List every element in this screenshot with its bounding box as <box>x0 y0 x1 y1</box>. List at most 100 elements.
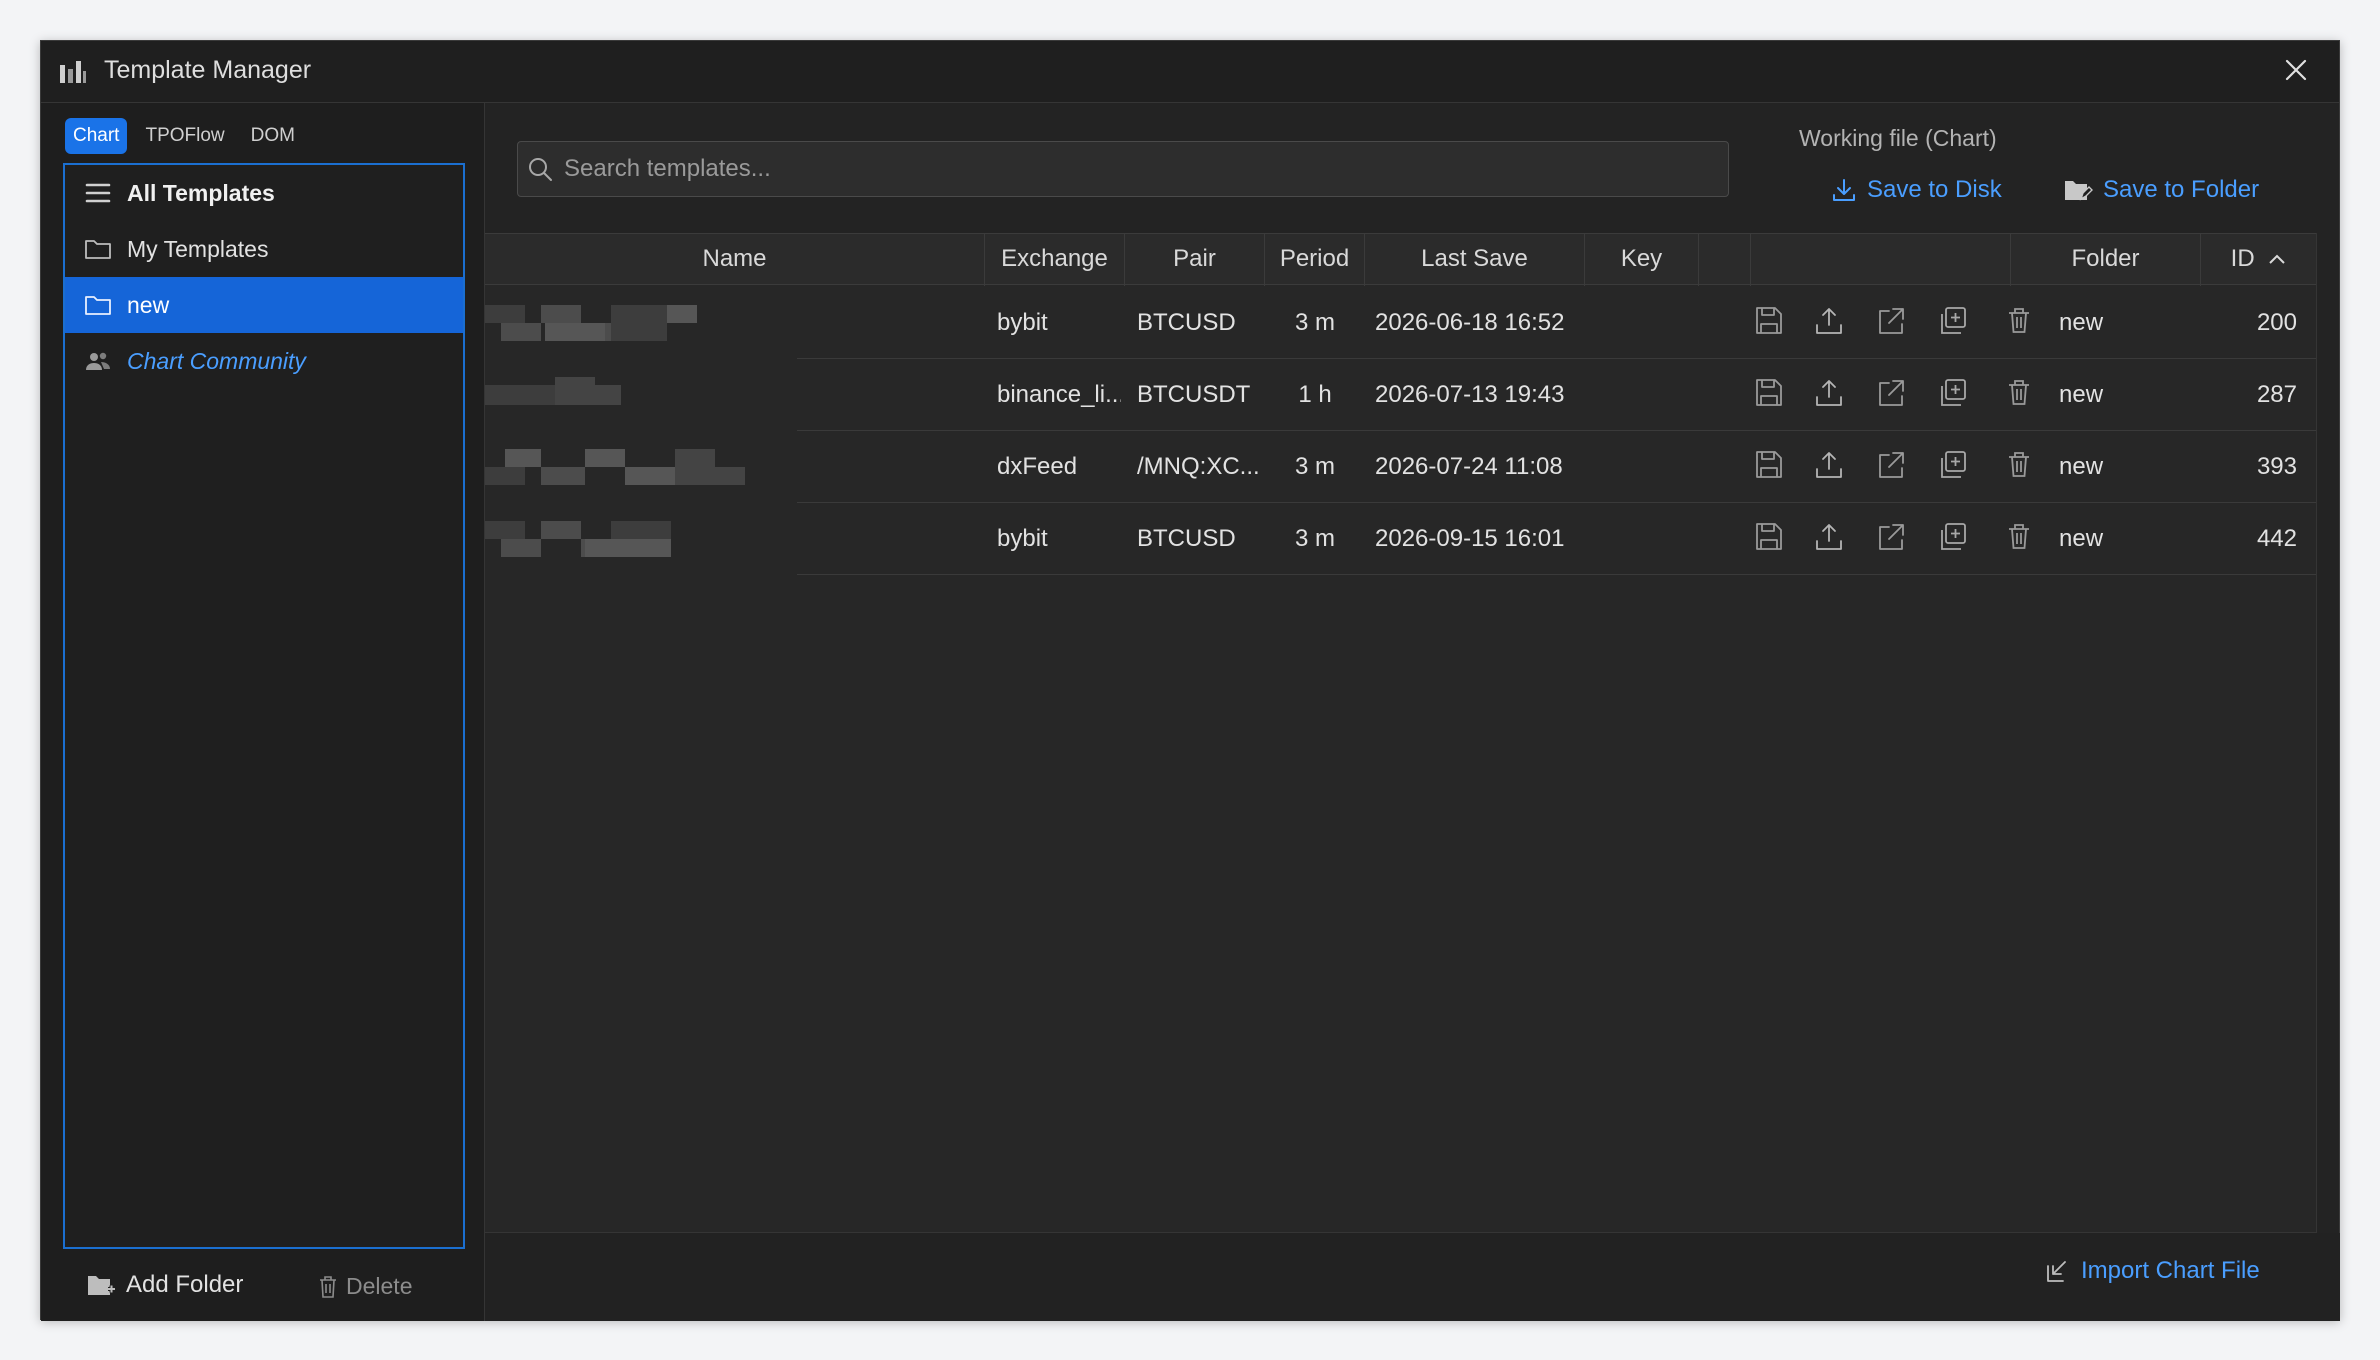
cell-pair: BTCUSD <box>1137 525 1236 552</box>
upload-icon[interactable] <box>1813 377 1845 409</box>
table-row[interactable]: dxFeed/MNQ:XC... 3 m 2026-07-24 11:08 new 39… <box>485 431 2316 503</box>
upload-icon[interactable] <box>1813 521 1845 553</box>
column-actions-spacer <box>1699 234 1751 286</box>
trash-icon[interactable] <box>2003 521 2035 553</box>
cell-last-save: 2026-06-18 16:52 <box>1375 309 1565 336</box>
cell-folder: new <box>2059 381 2104 408</box>
column-pair[interactable]: Pair <box>1125 234 1265 286</box>
cell-id: 200 <box>2256 309 2297 336</box>
column-last-save[interactable]: Last Save <box>1365 234 1585 286</box>
close-icon[interactable] <box>2281 55 2311 85</box>
open-external-icon[interactable] <box>1875 521 1907 553</box>
folder-edit-icon <box>2065 181 2093 201</box>
cell-id: 287 <box>2256 381 2297 408</box>
sidebar-item-new[interactable]: new <box>65 277 463 333</box>
window-title: Template Manager <box>104 56 312 84</box>
search-icon <box>529 158 552 181</box>
delete-folder-button[interactable]: Delete <box>318 1273 412 1300</box>
list-icon <box>83 178 113 208</box>
cell-period: 1 h <box>1298 381 1332 408</box>
add-folder-button[interactable]: Add Folder <box>86 1271 243 1299</box>
cell-period: 3 m <box>1294 453 1335 480</box>
save-icon[interactable] <box>1753 521 1785 553</box>
upload-icon[interactable] <box>1813 449 1845 481</box>
duplicate-icon[interactable] <box>1937 305 1969 337</box>
duplicate-icon[interactable] <box>1937 449 1969 481</box>
import-icon <box>2047 1261 2066 1282</box>
column-period[interactable]: Period <box>1265 234 1365 286</box>
column-actions <box>1751 234 2011 286</box>
trash-icon[interactable] <box>2003 377 2035 409</box>
cell-exchange: bybit <box>997 309 1048 336</box>
app-logo-icon <box>60 61 86 83</box>
row-divider <box>797 574 2316 575</box>
tab-tpoflow[interactable]: TPOFlow <box>137 118 232 154</box>
duplicate-icon[interactable] <box>1937 521 1969 553</box>
search-input[interactable] <box>564 155 1728 183</box>
templates-table: Name Exchange Pair Period Last Save Key … <box>485 233 2317 1233</box>
table-row[interactable]: bybit BTCUSD 3 m 2026-09-15 16:01 new 442 <box>485 503 2316 575</box>
trash-icon[interactable] <box>2003 449 2035 481</box>
title-bar: Template Manager <box>41 41 2339 103</box>
bottom-bar: Import Chart File <box>485 1233 2340 1321</box>
add-folder-label: Add Folder <box>126 1271 244 1298</box>
cell-period: 3 m <box>1294 309 1335 336</box>
cell-pair: /MNQ:XC... <box>1137 453 1260 480</box>
save-icon[interactable] <box>1753 377 1785 409</box>
sidebar-item-my-templates[interactable]: My Templates <box>65 221 463 277</box>
upload-icon[interactable] <box>1813 305 1845 337</box>
template-type-tabs: Chart TPOFlow DOM <box>65 117 303 155</box>
sidebar-item-label: new <box>127 291 170 318</box>
cell-folder: new <box>2059 309 2104 336</box>
trash-icon <box>320 1275 336 1298</box>
folder-icon <box>83 290 113 320</box>
cell-exchange: bybit <box>997 525 1048 552</box>
cell-pair: BTCUSD <box>1137 309 1236 336</box>
cell-folder: new <box>2059 453 2104 480</box>
cell-id: 442 <box>2256 525 2297 552</box>
column-exchange[interactable]: Exchange <box>985 234 1125 286</box>
save-icon[interactable] <box>1753 305 1785 337</box>
sidebar-item-all-templates[interactable]: All Templates <box>65 165 463 221</box>
column-key[interactable]: Key <box>1585 234 1699 286</box>
column-folder[interactable]: Folder <box>2011 234 2201 286</box>
main-panel: Working file (Chart) Save to Disk Save t… <box>485 103 2340 1321</box>
table-row[interactable]: binance_li... BTCUSDT 1 h 2026-07-13 19:43 n… <box>485 359 2316 431</box>
column-id-label: ID <box>2230 245 2255 272</box>
download-icon <box>1833 179 1855 201</box>
column-name[interactable]: Name <box>485 234 985 286</box>
sidebar-item-label: All Templates <box>127 179 275 206</box>
sidebar-item-chart-community[interactable]: Chart Community <box>65 333 463 389</box>
save-to-folder-button[interactable]: Save to Folder <box>2063 176 2259 204</box>
import-chart-file-button[interactable]: Import Chart File <box>2045 1257 2260 1285</box>
cell-id: 393 <box>2256 453 2297 480</box>
tab-dom[interactable]: DOM <box>243 118 303 154</box>
sidebar: Chart TPOFlow DOM All Templates My Templ… <box>41 103 485 1321</box>
column-id[interactable]: ID <box>2201 234 2317 286</box>
save-icon[interactable] <box>1753 449 1785 481</box>
add-folder-icon <box>88 1276 115 1295</box>
sidebar-footer: Add Folder Delete <box>41 1249 484 1321</box>
open-external-icon[interactable] <box>1875 305 1907 337</box>
duplicate-icon[interactable] <box>1937 377 1969 409</box>
users-icon <box>83 346 113 376</box>
template-manager-window: Template Manager Chart TPOFlow DOM All T… <box>40 40 2340 1321</box>
trash-icon[interactable] <box>2003 305 2035 337</box>
folder-tree: All Templates My Templates new Chart Com… <box>63 163 465 1249</box>
cell-last-save: 2026-09-15 16:01 <box>1375 525 1565 552</box>
cell-pair: BTCUSDT <box>1137 381 1251 408</box>
table-header: Name Exchange Pair Period Last Save Key … <box>485 233 2317 286</box>
tab-chart[interactable]: Chart <box>65 118 128 154</box>
open-external-icon[interactable] <box>1875 377 1907 409</box>
folder-icon <box>83 234 113 264</box>
sidebar-item-label: Chart Community <box>127 347 306 374</box>
table-row[interactable]: bybit BTCUSD 3 m 2026-06-18 16:52 new 200 <box>485 287 2316 359</box>
cell-last-save: 2026-07-24 11:08 <box>1375 453 1563 480</box>
sort-ascending-icon <box>2269 254 2286 264</box>
delete-folder-label: Delete <box>346 1273 413 1299</box>
cell-last-save: 2026-07-13 19:43 <box>1375 381 1565 408</box>
import-chart-file-label: Import Chart File <box>2081 1257 2260 1284</box>
open-external-icon[interactable] <box>1875 449 1907 481</box>
save-to-folder-label: Save to Folder <box>2103 176 2260 203</box>
save-to-disk-button[interactable]: Save to Disk <box>1831 176 2002 204</box>
